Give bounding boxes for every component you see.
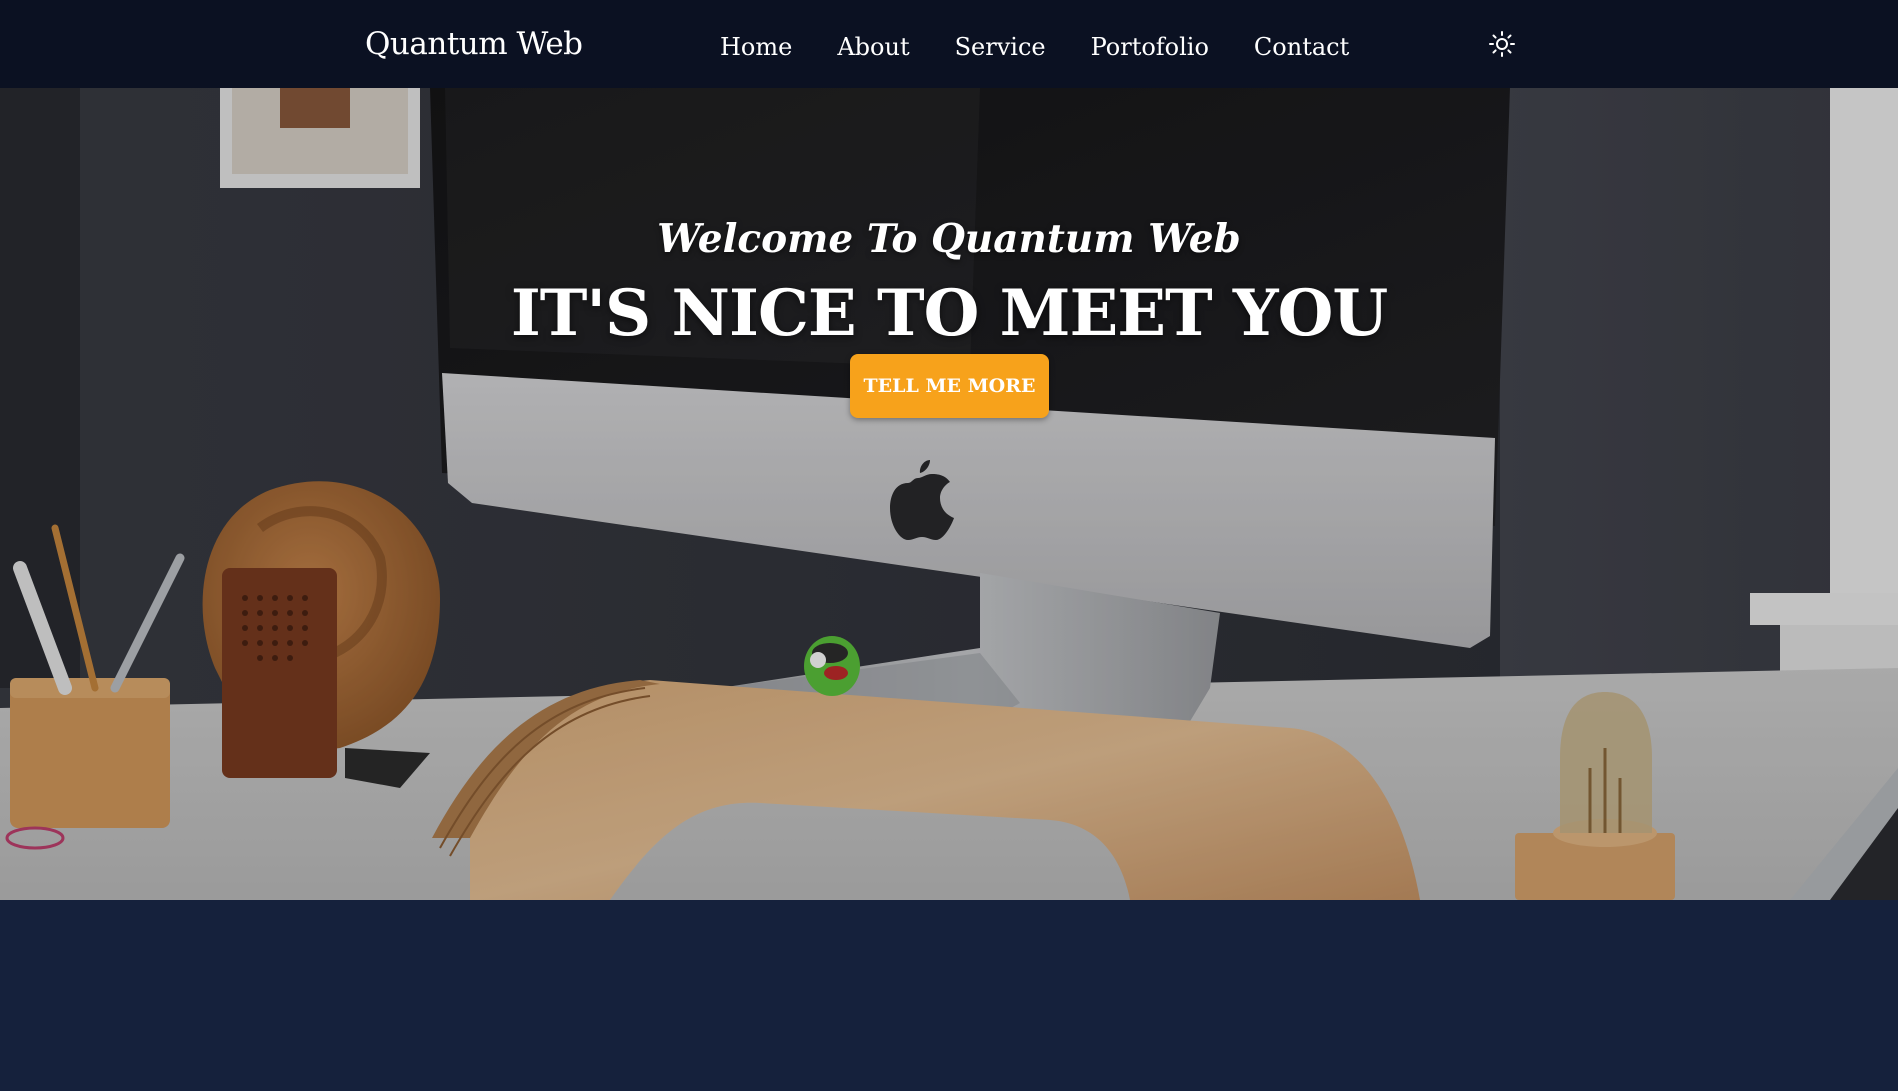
theme-toggle-button[interactable] xyxy=(1488,30,1516,58)
nav-link-contact[interactable]: Contact xyxy=(1254,30,1349,64)
hero-subtitle: Welcome To Quantum Web xyxy=(657,216,1241,262)
nav-link-home[interactable]: Home xyxy=(720,30,792,64)
tell-me-more-button[interactable]: TELL ME MORE xyxy=(850,354,1049,418)
page: Quantum Web Home About Service Portofoli… xyxy=(0,0,1898,1091)
nav-link-portofolio[interactable]: Portofolio xyxy=(1091,30,1209,64)
brand-logo[interactable]: Quantum Web xyxy=(365,24,583,64)
hero-title: IT'S NICE TO MEET YOU xyxy=(510,276,1388,351)
sun-icon xyxy=(1489,31,1515,57)
nav-link-about[interactable]: About xyxy=(837,30,909,64)
nav-links: Home About Service Portofolio Contact xyxy=(720,30,1394,64)
hero-overlay xyxy=(0,88,1898,900)
nav-link-service[interactable]: Service xyxy=(955,30,1046,64)
hero-section: Welcome To Quantum Web IT'S NICE TO MEET… xyxy=(0,88,1898,900)
page-body-section xyxy=(0,900,1898,1091)
navbar: Quantum Web Home About Service Portofoli… xyxy=(0,0,1898,88)
